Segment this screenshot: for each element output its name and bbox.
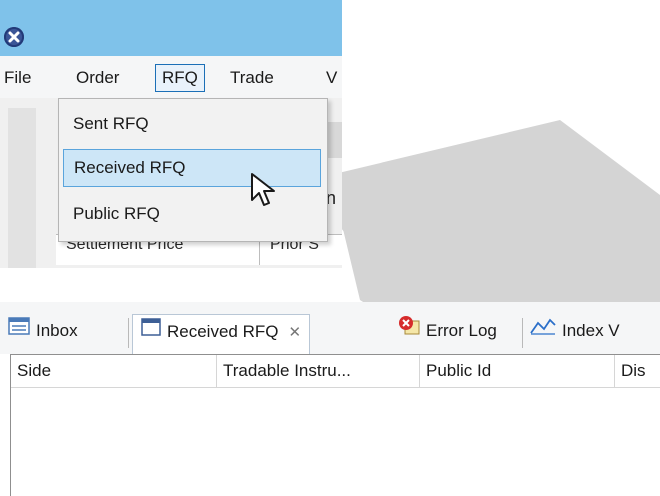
menu-trade[interactable]: Trade (224, 64, 280, 92)
tab-received-rfq-label: Received RFQ (167, 322, 279, 341)
background-toolbar-edge (8, 108, 36, 268)
column-header-side[interactable]: Side (11, 355, 216, 387)
tab-bar: Inbox Received RFQ ✕ Error Log Index V (0, 302, 660, 354)
tab-separator (522, 318, 523, 348)
received-rfq-table: Side Tradable Instru... Public Id Dis (10, 354, 660, 496)
menu-rfq[interactable]: RFQ (155, 64, 205, 92)
background-control (326, 122, 342, 158)
title-bar (0, 0, 342, 56)
tab-inbox[interactable]: Inbox (8, 314, 78, 350)
table-header-row: Side Tradable Instru... Public Id Dis (11, 355, 660, 388)
menu-item-sent-rfq[interactable]: Sent RFQ (63, 105, 321, 143)
app-window-crop: File Order RFQ Trade V n Settlement Pric… (0, 0, 342, 268)
tab-index[interactable]: Index V (530, 314, 620, 350)
column-header-tradable-instrument[interactable]: Tradable Instru... (217, 355, 419, 387)
view-tabs-crop: Inbox Received RFQ ✕ Error Log Index V S… (0, 302, 660, 496)
tab-inbox-label: Inbox (36, 321, 78, 340)
tab-separator (128, 318, 129, 348)
inbox-table-icon (8, 313, 30, 347)
column-header-public-id[interactable]: Public Id (420, 355, 614, 387)
column-header-dis[interactable]: Dis (615, 355, 660, 387)
rfq-dropdown-menu: Sent RFQ Received RFQ Public RFQ (58, 98, 328, 242)
tab-error-log[interactable]: Error Log (398, 314, 497, 350)
error-log-icon (398, 313, 420, 347)
app-logo-icon (4, 27, 24, 47)
tab-received-rfq[interactable]: Received RFQ ✕ (132, 314, 311, 354)
chart-line-icon (530, 313, 556, 347)
menu-order[interactable]: Order (70, 64, 125, 92)
menu-partial-v[interactable]: V (320, 64, 342, 92)
mouse-cursor-icon (251, 173, 275, 206)
menu-file[interactable]: File (0, 64, 37, 92)
tab-index-label: Index V (562, 321, 620, 340)
window-icon (141, 314, 161, 348)
tab-error-log-label: Error Log (426, 321, 497, 340)
menu-bar: File Order RFQ Trade V (0, 56, 342, 98)
close-tab-icon[interactable]: ✕ (288, 324, 301, 341)
